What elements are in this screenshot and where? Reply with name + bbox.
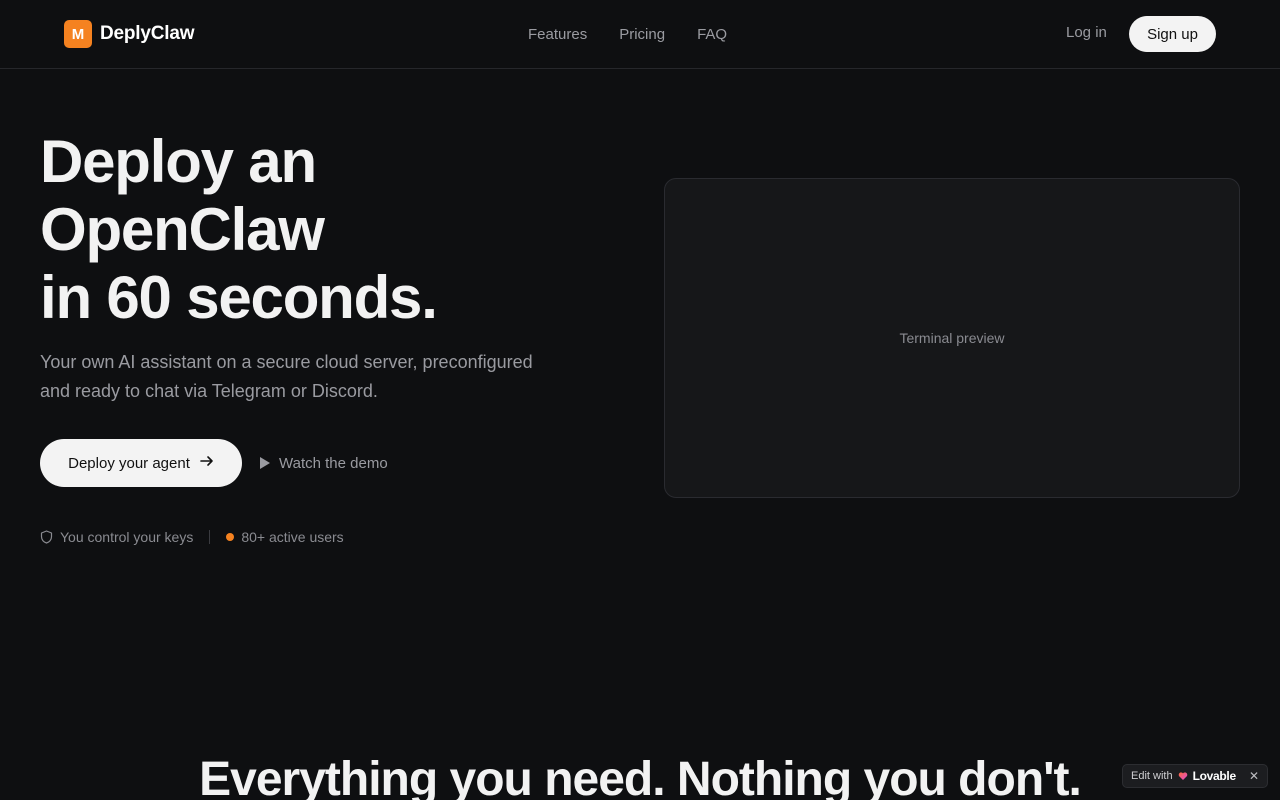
brand-name: DeplyClaw	[100, 23, 195, 44]
arrow-right-icon	[200, 454, 214, 472]
play-icon	[260, 457, 270, 469]
logo-mark-icon: M	[64, 20, 92, 48]
brand-logo[interactable]: M DeplyClaw	[64, 20, 194, 48]
trust-item-users: 80+ active users	[226, 529, 344, 545]
hero-title-line: Deploy an	[40, 128, 317, 195]
nav-link-pricing[interactable]: Pricing	[619, 26, 665, 43]
watch-demo-label: Watch the demo	[279, 454, 388, 472]
trust-users-label: 80+ active users	[241, 529, 344, 545]
close-icon[interactable]: ✕	[1249, 769, 1259, 783]
site-header: M DeplyClaw Features Pricing FAQ Log in …	[0, 0, 1280, 69]
signup-button[interactable]: Sign up	[1129, 16, 1216, 52]
badge-brand: Lovable	[1192, 769, 1237, 783]
terminal-preview: Terminal preview	[664, 178, 1240, 498]
login-link[interactable]: Log in	[1066, 24, 1107, 44]
trust-row: You control your keys 80+ active users	[40, 528, 344, 546]
trust-item-keys: You control your keys	[40, 529, 193, 545]
badge-prefix: Edit with	[1131, 770, 1173, 782]
main-nav: Features Pricing FAQ	[528, 24, 727, 44]
hero-title: Deploy an OpenClaw in 60 seconds.	[40, 128, 600, 332]
status-dot-icon	[226, 533, 235, 541]
watch-demo-link[interactable]: Watch the demo	[260, 452, 388, 474]
trust-keys-label: You control your keys	[60, 529, 194, 545]
deploy-agent-label: Deploy your agent	[68, 454, 190, 472]
lovable-heart-icon	[1178, 771, 1188, 781]
features-heading: Everything you need. Nothing you don't.	[199, 753, 1082, 800]
trust-divider	[209, 530, 211, 544]
hero-title-line: OpenClaw	[40, 196, 325, 263]
nav-link-faq[interactable]: FAQ	[697, 26, 727, 43]
shield-icon	[40, 530, 53, 544]
hero-title-line: in 60 seconds.	[40, 264, 438, 331]
nav-link-features[interactable]: Features	[528, 26, 587, 43]
hero-subtitle: Your own AI assistant on a secure cloud …	[40, 352, 533, 401]
deploy-agent-button[interactable]: Deploy your agent	[40, 439, 242, 487]
terminal-preview-label: Terminal preview	[899, 330, 1005, 346]
edit-with-lovable-badge[interactable]: Edit with Lovable ✕	[1122, 764, 1268, 788]
